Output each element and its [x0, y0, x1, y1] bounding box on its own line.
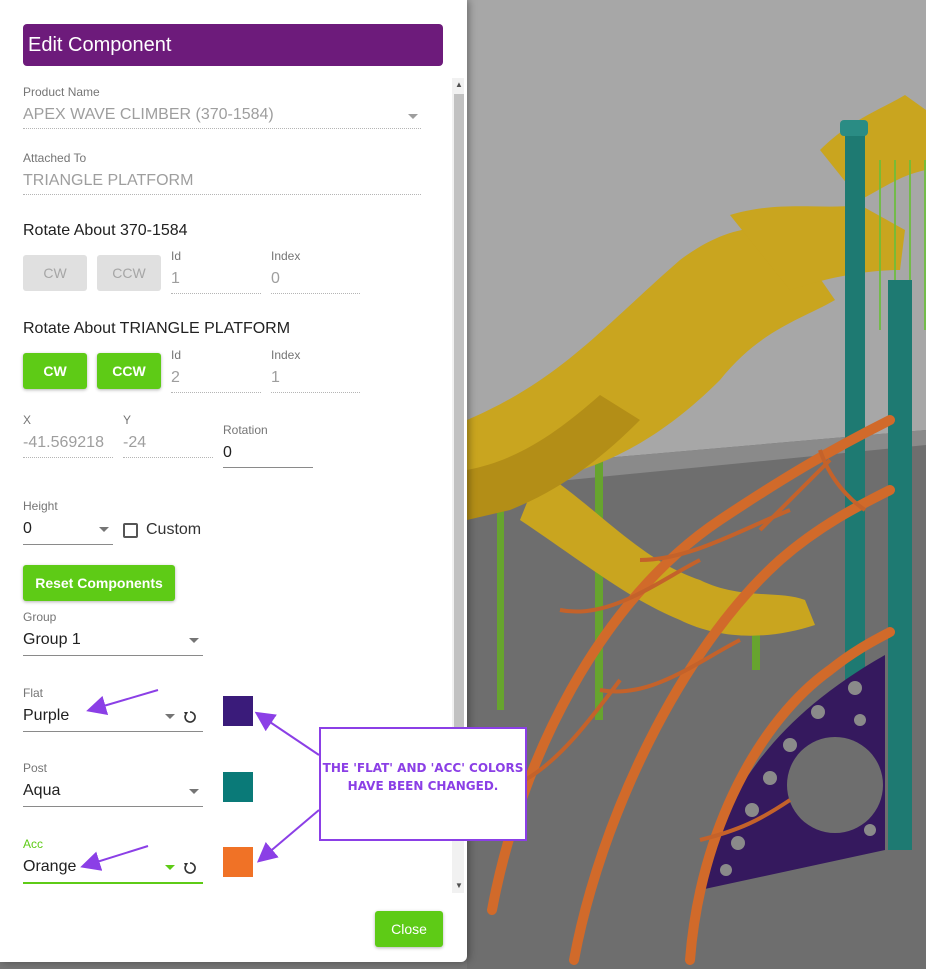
height-value: 0: [23, 520, 32, 537]
reset-icon[interactable]: [183, 710, 197, 724]
rotate1-index-label: Index: [271, 249, 301, 263]
rotate1-ccw-button[interactable]: CCW: [97, 255, 161, 291]
product-name-select: APEX WAVE CLIMBER (370-1584): [23, 103, 421, 129]
custom-checkbox-label: Custom: [146, 521, 202, 538]
flat-label: Flat: [23, 686, 44, 700]
scroll-up-icon[interactable]: ▲: [454, 80, 464, 90]
rotate-about-product-title: Rotate About 370-1584: [23, 222, 188, 239]
rotation-label: Rotation: [223, 423, 268, 437]
chevron-down-icon: [165, 865, 175, 870]
acc-color-value: Orange: [23, 858, 77, 875]
rotate2-id-value: 2: [171, 369, 180, 386]
height-label: Height: [23, 499, 58, 513]
y-field: -24: [123, 431, 213, 458]
rotate2-index-field: 1: [271, 366, 360, 393]
chevron-down-icon: [99, 527, 109, 532]
post-color-select[interactable]: Aqua: [23, 779, 203, 807]
group-select[interactable]: Group 1: [23, 628, 203, 656]
group-value: Group 1: [23, 631, 81, 648]
dialog-title: Edit Component: [23, 24, 443, 66]
rotate1-index-value: 0: [271, 270, 280, 287]
attached-to-value: TRIANGLE PLATFORM: [23, 172, 194, 189]
acc-color-select[interactable]: Orange: [23, 855, 203, 884]
post-color-swatch: [223, 772, 253, 802]
rotation-value: 0: [223, 444, 232, 461]
x-label: X: [23, 413, 32, 427]
rotate1-id-field: 1: [171, 267, 261, 294]
close-button[interactable]: Close: [375, 911, 443, 947]
flat-color-value: Purple: [23, 707, 70, 724]
rotate2-ccw-button[interactable]: CCW: [97, 353, 161, 389]
post-color-value: Aqua: [23, 782, 61, 799]
x-field: -41.569218: [23, 431, 113, 458]
product-name-value: APEX WAVE CLIMBER (370-1584): [23, 106, 274, 123]
chevron-down-icon: [165, 714, 175, 719]
x-value: -41.569218: [23, 434, 104, 451]
reset-components-button[interactable]: Reset Components: [23, 565, 175, 601]
rotate2-id-label: Id: [171, 348, 182, 362]
rotate1-id-value: 1: [171, 270, 180, 287]
height-select[interactable]: 0: [23, 517, 113, 545]
rotate1-id-label: Id: [171, 249, 182, 263]
chevron-down-icon: [408, 114, 418, 119]
reset-icon[interactable]: [183, 861, 197, 875]
scroll-thumb[interactable]: [454, 94, 464, 734]
rotate2-cw-button[interactable]: CW: [23, 353, 87, 389]
group-label: Group: [23, 610, 57, 624]
attached-to-label: Attached To: [23, 151, 87, 165]
acc-color-swatch: [223, 847, 253, 877]
chevron-down-icon: [189, 638, 199, 643]
flat-color-swatch: [223, 696, 253, 726]
rotate2-index-label: Index: [271, 348, 301, 362]
y-value: -24: [123, 434, 147, 451]
chevron-down-icon: [189, 789, 199, 794]
acc-label: Acc: [23, 837, 44, 851]
product-name-label: Product Name: [23, 85, 100, 99]
rotate2-id-field: 2: [171, 366, 261, 393]
rotate2-index-value: 1: [271, 369, 280, 386]
post-label: Post: [23, 761, 48, 775]
scroll-down-icon[interactable]: ▼: [454, 881, 464, 891]
y-label: Y: [123, 413, 132, 427]
rotate1-index-field: 0: [271, 267, 360, 294]
rotation-input[interactable]: 0: [223, 441, 313, 468]
attached-to-field: TRIANGLE PLATFORM: [23, 169, 421, 195]
rotate-about-platform-title: Rotate About TRIANGLE PLATFORM: [23, 320, 291, 337]
rotate1-cw-button[interactable]: CW: [23, 255, 87, 291]
annotation-callout: THE 'FLAT' AND 'ACC' COLORS HAVE BEEN CH…: [319, 727, 527, 841]
flat-color-select[interactable]: Purple: [23, 704, 203, 732]
custom-checkbox[interactable]: [123, 523, 138, 538]
